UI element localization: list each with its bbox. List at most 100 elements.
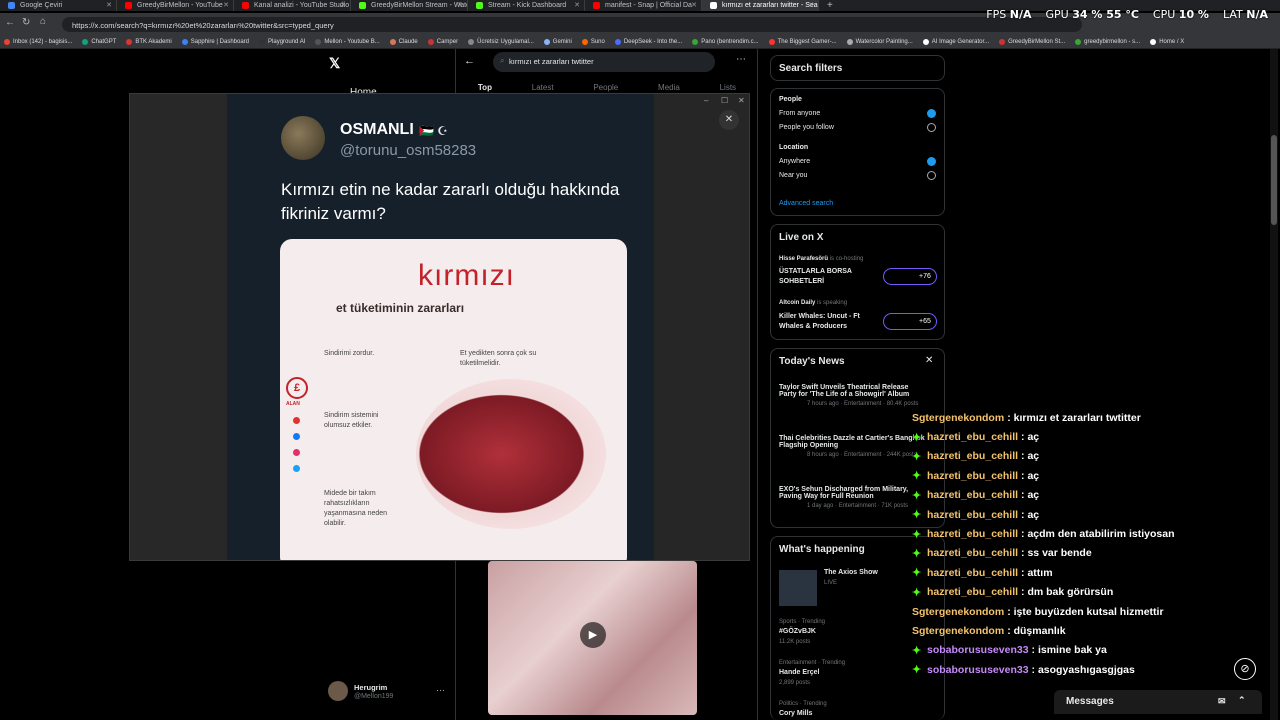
chat-username[interactable]: hazreti_ebu_cehill [927,528,1018,540]
subscriber-badge-icon: ✦ [912,528,922,541]
browser-tab[interactable]: kırmızı et zararları twitter - Sear ✕ [702,0,819,11]
browser-tab[interactable]: manifest - Snap | Official Da ✕ [585,0,702,11]
tab-close-icon[interactable]: ✕ [691,1,697,9]
bookmark-label: Watercolor Painting... [855,38,913,45]
chat-username[interactable]: hazreti_ebu_cehill [927,489,1018,501]
bookmark-item[interactable]: Mellon - Youtube B... [315,38,380,45]
axios-show-thumbnail[interactable] [779,570,817,606]
anywhere-option[interactable]: Anywhere [779,158,810,165]
from-anyone-option[interactable]: From anyone [779,110,820,117]
advanced-search-link[interactable]: Advanced search [779,200,833,207]
bookmark-item[interactable]: Inbox (142) - bagisis... [4,38,72,45]
close-icon[interactable]: ✕ [925,355,933,366]
bookmark-item[interactable]: ChatGPT [82,38,116,45]
new-tab-icon[interactable]: + [827,0,833,11]
tab-close-icon[interactable]: ✕ [340,1,346,9]
chat-username[interactable]: hazreti_ebu_cehill [927,547,1018,559]
tab-label: Kanal analizi - YouTube Studio [254,2,350,9]
chat-username[interactable]: Sgtergenekondom [912,625,1004,637]
tab-favicon-icon [125,2,132,9]
browser-tab[interactable]: GreedyBirMellon - YouTube ✕ [117,0,234,11]
tab-close-icon[interactable]: ✕ [457,1,463,9]
anywhere-radio[interactable] [927,157,936,166]
people-you-follow-radio[interactable] [927,123,936,132]
browser-tab[interactable]: Google Çeviri ✕ [0,0,117,11]
more-icon[interactable]: ⋯ [436,685,445,696]
chat-username[interactable]: Sgtergenekondom [912,606,1004,618]
people-you-follow-option[interactable]: People you follow [779,124,834,131]
back-icon[interactable]: ← [5,17,15,28]
live-title2-0[interactable]: SOHBETLERİ [779,278,824,285]
search-input[interactable]: ⌕ kırmızı et zararları twtitter [493,52,715,72]
window-close-icon[interactable]: ✕ [738,96,745,105]
home-icon[interactable]: ⌂ [40,16,46,27]
bookmark-item[interactable]: Suno [581,38,605,45]
bookmark-item[interactable]: Gemini [543,38,572,45]
bookmark-item[interactable]: GreedyBirMellon St... [999,38,1065,45]
trend-name-2[interactable]: Cory Mills [779,710,812,717]
bookmark-item[interactable]: Playground AI [259,38,305,45]
tab-close-icon[interactable]: ✕ [223,1,229,9]
bookmark-favicon-icon [181,38,188,45]
bookmark-item[interactable]: Ücretsiz Uygulamal... [468,38,534,45]
bookmark-favicon-icon [1150,38,1157,45]
expand-icon[interactable]: ⌃ [1238,695,1246,706]
bookmark-item[interactable]: Pano (bentrendim.c... [692,38,759,45]
axios-show-title[interactable]: The Axios Show [824,569,878,576]
chat-username[interactable]: sobaborususeven33 [927,644,1029,656]
bookmark-item[interactable]: Camper [427,38,458,45]
bookmark-label: Mellon - Youtube B... [324,38,380,45]
bookmark-item[interactable]: Claude [389,38,418,45]
trend-name-1[interactable]: Hande Erçel [779,669,819,676]
browser-tab[interactable]: Stream - Kick Dashboard ✕ [468,0,585,11]
live-title1-1[interactable]: Killer Whales: Uncut - Ft [779,313,860,320]
play-icon[interactable]: ▶ [580,622,606,648]
reload-icon[interactable]: ↻ [22,17,30,28]
live-listeners-0[interactable]: +76 [883,268,937,285]
live-listeners-1[interactable]: +65 [883,313,937,330]
back-arrow-icon[interactable]: ← [464,55,475,67]
news-item-0[interactable]: Taylor Swift Unveils Theatrical Release P… [779,384,944,407]
bookmark-item[interactable]: BTK Akademi [126,38,172,45]
chat-username[interactable]: hazreti_ebu_cehill [927,450,1018,462]
tab-close-icon[interactable]: ✕ [808,1,814,9]
close-image-icon[interactable]: ✕ [719,110,739,130]
tab-close-icon[interactable]: ✕ [574,1,580,9]
chat-username[interactable]: hazreti_ebu_cehill [927,567,1018,579]
search-options-icon[interactable]: ⋯ [736,54,746,65]
chat-username[interactable]: hazreti_ebu_cehill [927,586,1018,598]
chat-username[interactable]: hazreti_ebu_cehill [927,431,1018,443]
chat-username[interactable]: Sgtergenekondom [912,412,1004,424]
chat-username[interactable]: sobaborususeven33 [927,664,1029,676]
near-you-option[interactable]: Near you [779,172,807,179]
profile-handle: @Mellon199 [354,693,394,700]
trend-name-0[interactable]: #GÖZvBJK [779,628,816,635]
chat-username[interactable]: hazreti_ebu_cehill [927,470,1018,482]
grok-icon[interactable]: ⊘ [1234,658,1256,680]
bookmark-item[interactable]: Sapphire | Dashboard [181,38,249,45]
chat-username[interactable]: hazreti_ebu_cehill [927,509,1018,521]
profile-avatar[interactable] [328,681,348,701]
live-title1-0[interactable]: ÜSTATLARLA BORSA [779,268,852,275]
browser-tab[interactable]: GreedyBirMellon Stream - Watch ✕ [351,0,468,11]
bookmark-item[interactable]: AI Image Generator... [922,38,989,45]
from-anyone-radio[interactable] [927,109,936,118]
trend-posts-1: 2,899 posts [779,680,811,686]
tab-close-icon[interactable]: ✕ [106,1,112,9]
compose-message-icon[interactable]: ✉ [1218,696,1226,707]
bookmark-item[interactable]: greedybirmellon - s... [1075,38,1140,45]
facebook-icon [293,433,300,440]
live-title2-1[interactable]: Whales & Producers [779,323,847,330]
bookmark-item[interactable]: DeepSeek - Into the... [614,38,682,45]
address-bar[interactable]: https://x.com/search?q=kırmızı%20et%20za… [62,17,1082,32]
maximize-icon[interactable]: ☐ [721,96,728,105]
browser-tab[interactable]: Kanal analizi - YouTube Studio ✕ [234,0,351,11]
near-you-radio[interactable] [927,171,936,180]
bookmark-item[interactable]: Watercolor Painting... [846,38,913,45]
minimize-icon[interactable]: – [704,96,708,105]
messages-drawer[interactable]: Messages ✉ ⌃ [1054,690,1262,714]
page-scrollbar-thumb[interactable] [1271,135,1277,225]
bookmark-item[interactable]: The Biggest Gamer-... [768,38,837,45]
bookmark-item[interactable]: Home / X [1150,38,1184,45]
x-logo-icon[interactable]: 𝕏 [329,55,340,72]
